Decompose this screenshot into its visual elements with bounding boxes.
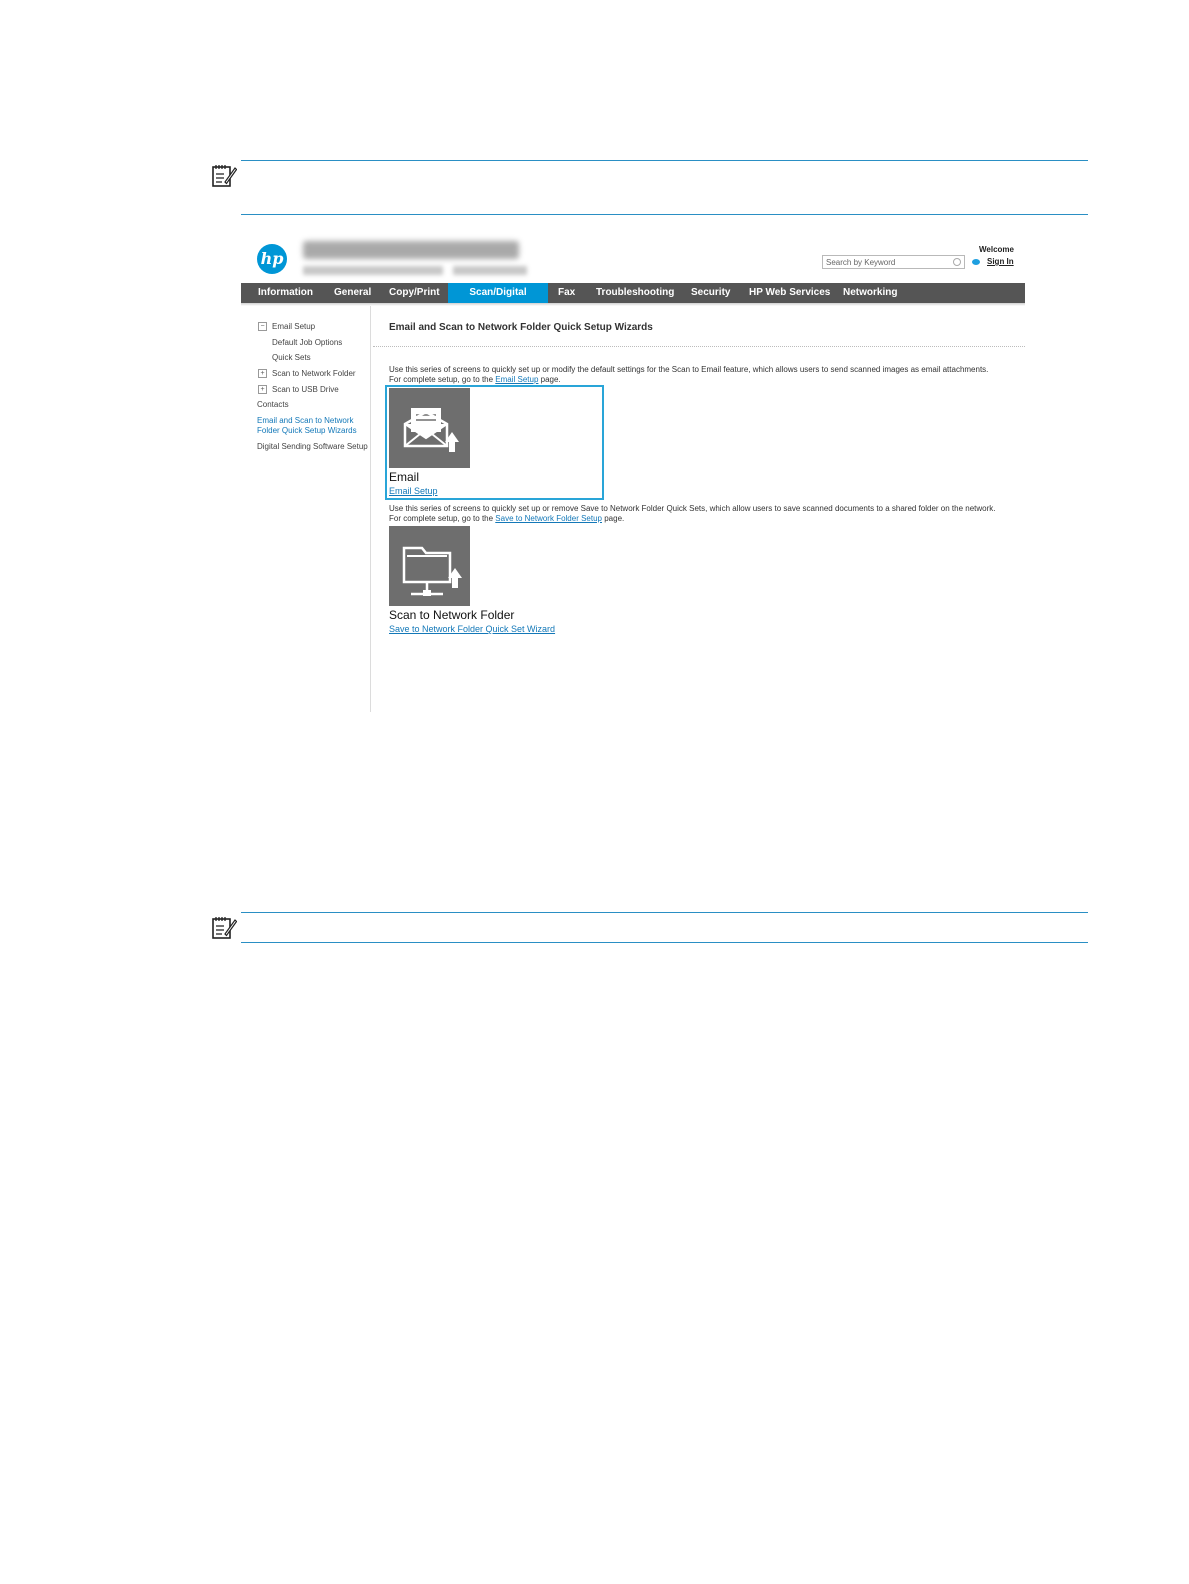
sign-in-link[interactable]: Sign In — [987, 257, 1014, 266]
email-tile-label: Email — [389, 470, 420, 484]
search-input[interactable]: Search by Keyword — [822, 255, 965, 269]
sign-in-icon — [972, 259, 980, 265]
sidebar-item-email-setup[interactable]: Email Setup — [272, 322, 315, 331]
tab-fax[interactable]: Fax — [550, 283, 583, 303]
note2-top-rule — [241, 912, 1088, 913]
sidebar-item-default-job-options[interactable]: Default Job Options — [272, 338, 342, 347]
network-folder-quick-set-wizard-link[interactable]: Save to Network Folder Quick Set Wizard — [389, 624, 555, 634]
collapse-icon[interactable]: − — [258, 322, 267, 331]
page-title: Email and Scan to Network Folder Quick S… — [389, 322, 653, 333]
device-subtitle-blurred — [303, 266, 443, 275]
email-description: Use this series of screens to quickly se… — [389, 365, 999, 385]
email-desc-text: Use this series of screens to quickly se… — [389, 365, 989, 384]
note-icon — [212, 165, 237, 187]
note-top-rule — [241, 160, 1088, 161]
device-title-blurred — [303, 241, 519, 259]
folder-desc-text: Use this series of screens to quickly se… — [389, 504, 996, 523]
main-nav: Information General Copy/Print Scan/Digi… — [241, 283, 1025, 318]
tab-scan-digital-send[interactable]: Scan/Digital Send — [448, 283, 548, 318]
sidebar-item-scan-to-usb-drive[interactable]: Scan to USB Drive — [272, 385, 339, 394]
folder-description: Use this series of screens to quickly se… — [389, 504, 999, 524]
email-setup-link[interactable]: Email Setup — [389, 486, 438, 496]
network-folder-upload-icon — [402, 546, 462, 596]
search-icon[interactable] — [953, 258, 961, 266]
network-folder-setup-inline-link[interactable]: Save to Network Folder Setup — [495, 514, 602, 523]
title-divider — [373, 346, 1025, 347]
expand-icon[interactable]: + — [258, 369, 267, 378]
network-folder-tile-label: Scan to Network Folder — [389, 608, 515, 622]
welcome-label: Welcome — [979, 245, 1014, 254]
tab-general[interactable]: General — [326, 283, 379, 303]
tab-networking[interactable]: Networking — [835, 283, 905, 303]
ews-screenshot: hp Search by Keyword Welcome Sign In Inf… — [241, 236, 1025, 712]
network-folder-tile[interactable] — [389, 526, 470, 606]
sidebar-item-scan-to-network-folder[interactable]: Scan to Network Folder — [272, 369, 356, 378]
hp-logo[interactable]: hp — [257, 244, 287, 274]
tab-hp-web-services[interactable]: HP Web Services — [741, 283, 838, 303]
note-bottom-rule — [241, 214, 1088, 215]
email-upload-icon — [403, 408, 459, 452]
tab-security[interactable]: Security — [683, 283, 738, 303]
sidebar-item-quick-setup-wizards[interactable]: Email and Scan to Network Folder Quick S… — [257, 416, 367, 436]
tab-information[interactable]: Information — [250, 283, 321, 303]
tab-troubleshooting[interactable]: Troubleshooting — [588, 283, 682, 303]
sidebar: − Email Setup Default Job Options Quick … — [241, 306, 371, 712]
note2-bottom-rule — [241, 942, 1088, 943]
email-tile[interactable] — [389, 388, 470, 468]
folder-desc-tail: page. — [602, 514, 625, 523]
sidebar-item-contacts[interactable]: Contacts — [257, 400, 289, 409]
email-setup-inline-link[interactable]: Email Setup — [495, 375, 538, 384]
expand-icon[interactable]: + — [258, 385, 267, 394]
device-ip-blurred — [453, 266, 527, 275]
sidebar-item-digital-sending-software-setup[interactable]: Digital Sending Software Setup — [257, 442, 368, 451]
email-desc-tail: page. — [538, 375, 561, 384]
sidebar-item-quick-sets[interactable]: Quick Sets — [272, 353, 311, 362]
note-icon — [212, 917, 237, 939]
tab-copy-print[interactable]: Copy/Print — [381, 283, 448, 303]
search-placeholder: Search by Keyword — [826, 258, 896, 267]
